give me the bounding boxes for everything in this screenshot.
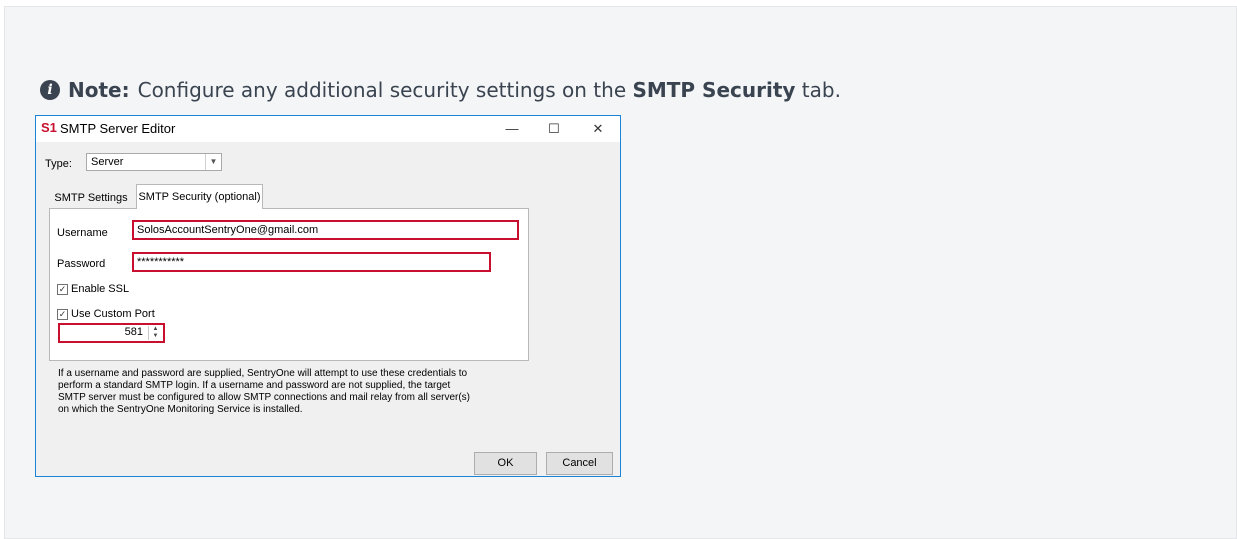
note-emphasis: SMTP Security xyxy=(632,78,796,102)
cancel-button[interactable]: Cancel xyxy=(546,452,613,475)
maximize-button[interactable]: ☐ xyxy=(532,116,576,142)
port-spinner[interactable]: ▲ ▼ xyxy=(148,326,162,340)
enable-ssl-label: Enable SSL xyxy=(71,283,130,295)
note-callout: i Note: Configure any additional securit… xyxy=(40,76,841,104)
use-custom-port-label: Use Custom Port xyxy=(71,308,155,320)
enable-ssl-checkbox[interactable]: ✓ xyxy=(57,283,68,295)
tab-smtp-settings[interactable]: SMTP Settings xyxy=(50,187,132,209)
port-stepper[interactable]: 581 ▲ ▼ xyxy=(58,323,165,343)
spin-down-icon[interactable]: ▼ xyxy=(149,333,162,340)
close-button[interactable]: ✕ xyxy=(576,116,620,142)
minimize-button[interactable]: — xyxy=(490,116,534,142)
username-field[interactable]: SolosAccountSentryOne@gmail.com xyxy=(132,220,519,240)
password-field[interactable]: *********** xyxy=(132,252,491,272)
enable-ssl-row[interactable]: ✓ Enable SSL xyxy=(57,283,129,295)
chevron-down-icon[interactable]: ▼ xyxy=(205,154,221,170)
note-text-before: Configure any additional security settin… xyxy=(137,78,627,102)
note-text-after: tab. xyxy=(801,78,841,102)
use-custom-port-row[interactable]: ✓ Use Custom Port xyxy=(57,308,155,320)
type-dropdown-value: Server xyxy=(91,156,124,168)
note-label: Note: xyxy=(68,78,130,102)
sentryone-logo: S1 xyxy=(41,120,57,135)
username-label: Username xyxy=(57,227,108,239)
credentials-info-text: If a username and password are supplied,… xyxy=(58,368,471,415)
window-title: SMTP Server Editor xyxy=(60,121,176,136)
smtp-server-editor-window: S1 SMTP Server Editor — ☐ ✕ Type: Server… xyxy=(35,115,621,477)
info-circle-icon: i xyxy=(40,80,60,100)
use-custom-port-checkbox[interactable]: ✓ xyxy=(57,308,68,320)
title-bar[interactable]: S1 SMTP Server Editor — ☐ ✕ xyxy=(36,116,620,142)
spin-up-icon[interactable]: ▲ xyxy=(149,326,162,333)
tab-smtp-security[interactable]: SMTP Security (optional) xyxy=(136,184,263,209)
note-text: Configure any additional security settin… xyxy=(138,78,841,102)
type-dropdown[interactable]: Server ▼ xyxy=(86,153,222,171)
type-label: Type: xyxy=(45,158,72,170)
ok-button[interactable]: OK xyxy=(474,452,537,475)
port-value: 581 xyxy=(124,326,143,338)
password-label: Password xyxy=(57,258,106,270)
